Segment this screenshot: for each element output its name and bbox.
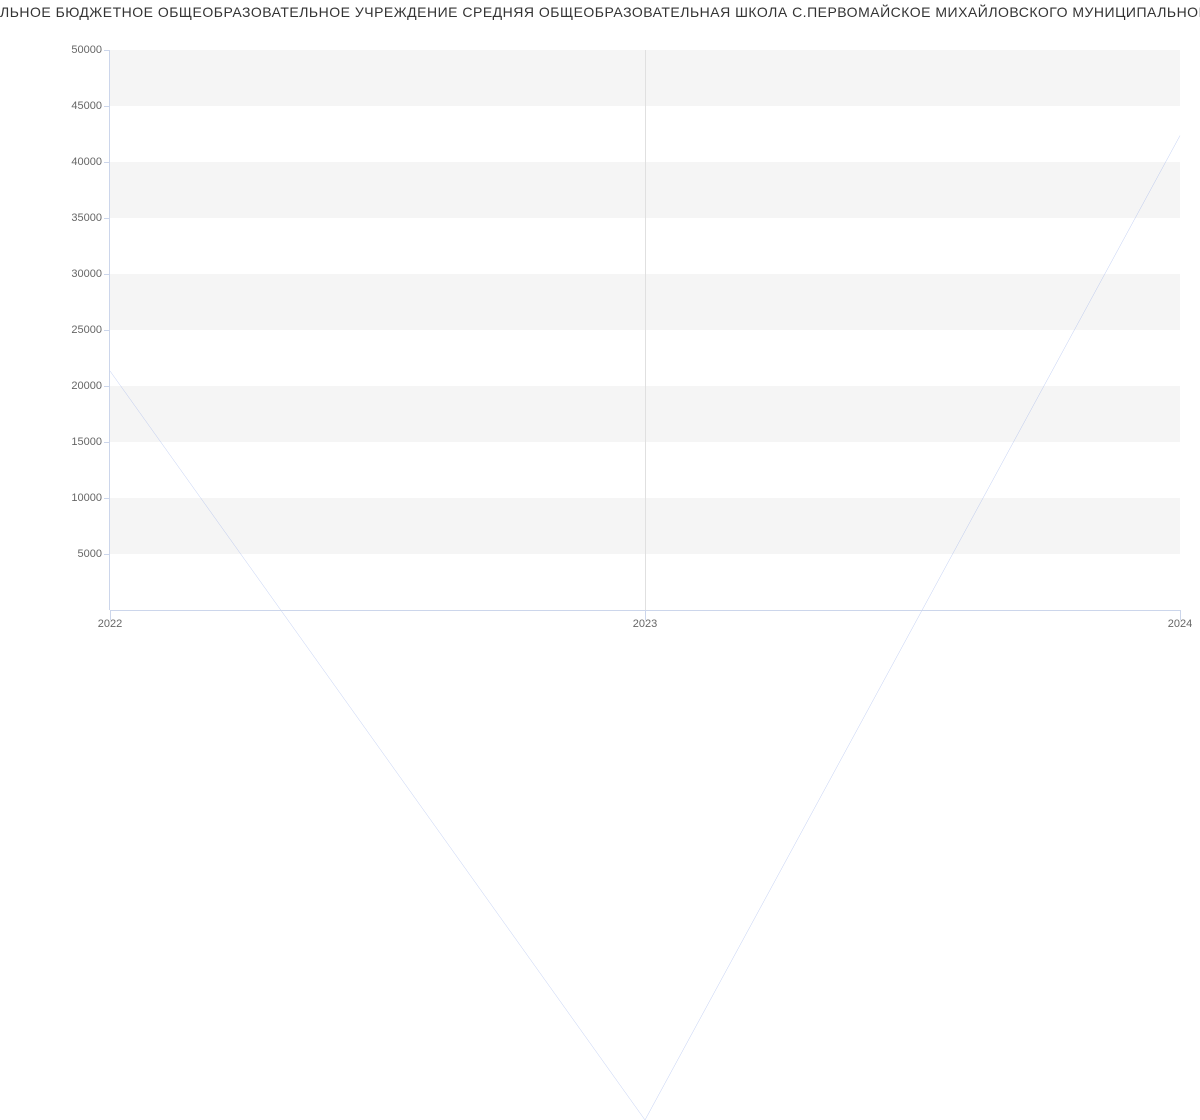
y-tick-mark — [104, 386, 110, 387]
y-tick-mark — [104, 50, 110, 51]
y-tick-mark — [104, 218, 110, 219]
chart-container: ЛЬНОЕ БЮДЖЕТНОЕ ОБЩЕОБРАЗОВАТЕЛЬНОЕ УЧРЕ… — [0, 0, 1200, 650]
x-tick-mark — [1180, 610, 1181, 620]
y-tick-mark — [104, 498, 110, 499]
y-tick-mark — [104, 106, 110, 107]
plot-area: 50000 45000 40000 35000 30000 25000 2000… — [110, 50, 1180, 610]
x-tick-mark — [645, 610, 646, 620]
y-tick-mark — [104, 162, 110, 163]
y-tick-mark — [104, 330, 110, 331]
chart-title: ЛЬНОЕ БЮДЖЕТНОЕ ОБЩЕОБРАЗОВАТЕЛЬНОЕ УЧРЕ… — [0, 4, 1200, 20]
x-tick-mark — [110, 610, 111, 620]
data-line — [110, 50, 1180, 1120]
y-tick-mark — [104, 442, 110, 443]
y-tick-mark — [104, 554, 110, 555]
y-tick-mark — [104, 274, 110, 275]
